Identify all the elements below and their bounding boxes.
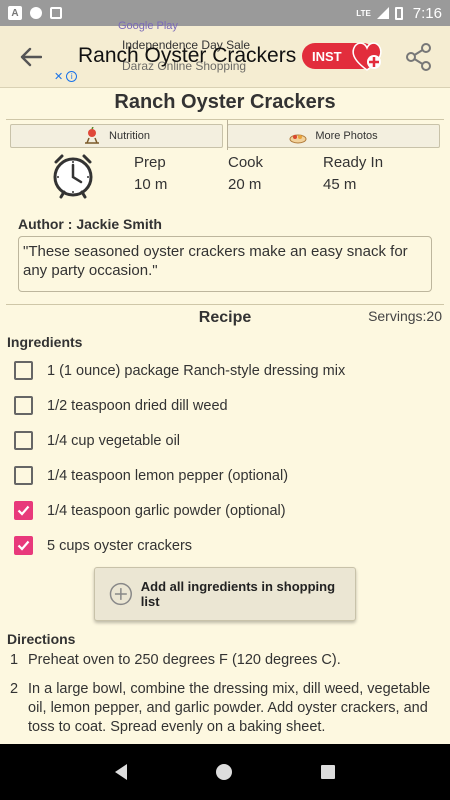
direction-step: 2 In a large bowl, combine the dressing m…: [0, 680, 450, 737]
notification-dot-icon: [30, 7, 42, 19]
prep-label: Prep: [134, 154, 166, 171]
status-bar: A LTE 7:16: [0, 0, 450, 26]
ingredient-text: 1/4 cup vegetable oil: [47, 432, 181, 449]
signal-icon: [376, 7, 389, 19]
back-arrow-icon[interactable]: [16, 42, 46, 72]
ingredient-item[interactable]: 1/4 cup vegetable oil: [0, 423, 450, 458]
recipe-times: Prep 10 m Cook 20 m Ready In 45 m: [0, 152, 450, 208]
step-text: In a large bowl, combine the dressing mi…: [28, 681, 431, 735]
ingredient-text: 5 cups oyster crackers: [47, 537, 193, 554]
ingredient-checkbox[interactable]: [14, 536, 33, 555]
ad-source: Google Play: [118, 20, 178, 32]
directions-list: 1 Preheat oven to 250 degrees F (120 degr…: [0, 651, 450, 744]
ingredient-text: 1/4 teaspoon garlic powder (optional): [47, 502, 286, 519]
step-text: Preheat oven to 250 degrees F (120 degre…: [28, 652, 341, 668]
description: "These seasoned oyster crackers make an …: [18, 236, 432, 292]
ingredient-item[interactable]: 1/2 teaspoon dried dill weed: [0, 388, 450, 423]
screenshot-icon: [50, 7, 62, 19]
ingredient-checkbox[interactable]: [14, 361, 33, 380]
recipe-content[interactable]: Ranch Oyster Crackers Nutrition More Pho…: [0, 88, 450, 744]
checkmark-icon: [17, 540, 30, 551]
system-nav-bar: [0, 744, 450, 800]
heart-plus-icon: [352, 42, 382, 71]
nutrition-button[interactable]: Nutrition: [10, 124, 223, 148]
ready-in-time: Ready In 45 m: [323, 152, 419, 196]
prep-value: 10 m: [134, 176, 168, 193]
food-plate-icon: [289, 134, 307, 144]
status-time: 7:16: [412, 4, 442, 22]
recipe-title: Ranch Oyster Crackers: [114, 91, 336, 113]
ingredient-checkbox[interactable]: [14, 396, 33, 415]
step-number: 1: [10, 652, 19, 668]
add-circle-icon: [109, 582, 132, 606]
nutrition-icon: [85, 127, 100, 144]
ingredient-text: 1 (1 ounce) package Ranch-style dressing…: [47, 362, 346, 379]
cook-time: Cook 20 m: [228, 152, 324, 196]
add-all-to-shopping-list-button[interactable]: Add all ingredients in shopping list: [94, 567, 356, 621]
alarm-clock-icon: [53, 154, 93, 199]
nav-recents-icon[interactable]: [321, 765, 336, 779]
cook-value: 20 m: [228, 176, 262, 193]
ingredient-checkbox[interactable]: [14, 466, 33, 485]
divider: [227, 120, 228, 150]
app-notification-icon: A: [8, 6, 22, 20]
toolbar-title: Ranch Oyster Crackers: [78, 44, 297, 67]
info-icon[interactable]: i: [66, 71, 78, 82]
nutrition-label: Nutrition: [109, 130, 150, 142]
ingredients-list: 1 (1 ounce) package Ranch-style dressing…: [0, 353, 450, 563]
ingredient-item[interactable]: 1/4 teaspoon garlic powder (optional): [0, 493, 450, 528]
author: Author : Jackie Smith: [18, 216, 162, 232]
nav-home-icon[interactable]: [215, 764, 232, 780]
add-all-label: Add all ingredients in shopping list: [140, 579, 336, 609]
close-icon[interactable]: ✕: [54, 70, 63, 83]
cook-label: Cook: [228, 154, 264, 171]
ingredient-item[interactable]: 1 (1 ounce) package Ranch-style dressing…: [0, 353, 450, 388]
battery-icon: [394, 6, 403, 20]
ingredient-item[interactable]: 5 cups oyster crackers: [0, 528, 450, 563]
ingredient-checkbox[interactable]: [14, 501, 33, 520]
ingredient-checkbox[interactable]: [14, 431, 33, 450]
prep-time: Prep 10 m: [134, 152, 230, 196]
ready-in-value: 45 m: [323, 176, 357, 193]
directions-heading: Directions: [7, 631, 76, 647]
more-photos-button[interactable]: More Photos: [227, 124, 440, 148]
ready-in-label: Ready In: [323, 154, 384, 171]
step-number: 2: [10, 681, 19, 697]
more-photos-label: More Photos: [315, 130, 378, 142]
ingredient-text: 1/4 teaspoon lemon pepper (optional): [47, 467, 289, 484]
share-icon[interactable]: [404, 42, 434, 72]
checkmark-icon: [17, 505, 30, 516]
servings: Servings:20: [368, 308, 442, 324]
ad-close-button[interactable]: ✕ i: [54, 70, 78, 83]
ingredient-text: 1/2 teaspoon dried dill weed: [47, 397, 228, 414]
ingredient-item[interactable]: 1/4 teaspoon lemon pepper (optional): [0, 458, 450, 493]
network-type: LTE: [356, 8, 371, 18]
nav-back-icon[interactable]: [114, 764, 127, 780]
direction-step: 1 Preheat oven to 250 degrees F (120 degr…: [0, 651, 450, 670]
ingredients-heading: Ingredients: [7, 334, 83, 350]
toolbar: Google Play Independence Day Sale Daraz …: [0, 20, 450, 88]
